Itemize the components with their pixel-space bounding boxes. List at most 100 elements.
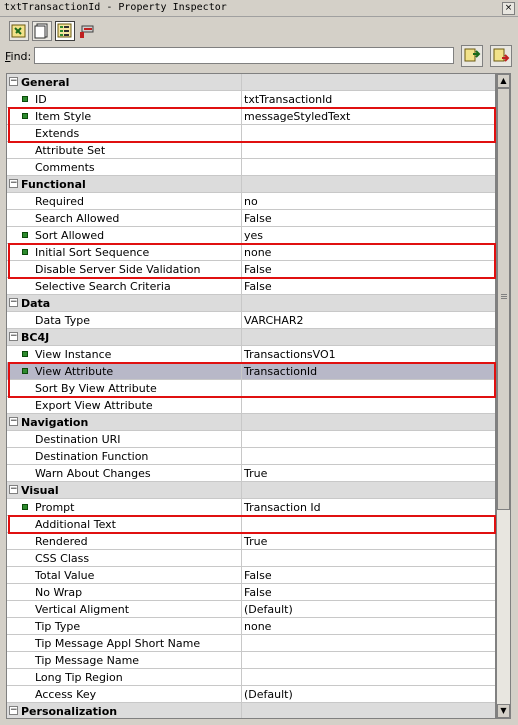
- property-value-cell[interactable]: txtTransactionId: [242, 91, 495, 108]
- category-cell[interactable]: − Navigation: [7, 414, 242, 431]
- property-row[interactable]: Sort By View Attribute: [7, 380, 495, 397]
- collapse-icon[interactable]: −: [9, 332, 18, 341]
- property-name-cell[interactable]: Tip Message Name: [7, 652, 242, 669]
- property-row[interactable]: Tip Message Name: [7, 652, 495, 669]
- property-value-cell[interactable]: False: [242, 278, 495, 295]
- category-row[interactable]: − Personalization: [7, 703, 495, 718]
- category-cell[interactable]: − BC4J: [7, 329, 242, 346]
- property-name-cell[interactable]: Prompt: [7, 499, 242, 516]
- property-name-cell[interactable]: Comments: [7, 159, 242, 176]
- property-name-cell[interactable]: Destination Function: [7, 448, 242, 465]
- property-value-cell[interactable]: False: [242, 210, 495, 227]
- property-row[interactable]: Tip Type none: [7, 618, 495, 635]
- property-value-cell[interactable]: [242, 635, 495, 652]
- property-value-cell[interactable]: none: [242, 244, 495, 261]
- property-row[interactable]: Required no: [7, 193, 495, 210]
- property-row[interactable]: Search Allowed False: [7, 210, 495, 227]
- category-cell[interactable]: − General: [7, 74, 242, 91]
- property-value-cell[interactable]: False: [242, 584, 495, 601]
- property-value-cell[interactable]: VARCHAR2: [242, 312, 495, 329]
- property-name-cell[interactable]: Long Tip Region: [7, 669, 242, 686]
- category-cell[interactable]: − Personalization: [7, 703, 242, 718]
- category-row[interactable]: − BC4J: [7, 329, 495, 346]
- property-row[interactable]: Total Value False: [7, 567, 495, 584]
- property-row[interactable]: Access Key (Default): [7, 686, 495, 703]
- property-value-cell[interactable]: [242, 652, 495, 669]
- category-row[interactable]: − Navigation: [7, 414, 495, 431]
- property-value-cell[interactable]: [242, 380, 495, 397]
- property-row[interactable]: Export View Attribute: [7, 397, 495, 414]
- property-row[interactable]: ID txtTransactionId: [7, 91, 495, 108]
- property-name-cell[interactable]: Selective Search Criteria: [7, 278, 242, 295]
- collapse-icon[interactable]: −: [9, 298, 18, 307]
- property-row[interactable]: Destination Function: [7, 448, 495, 465]
- property-value-cell[interactable]: False: [242, 261, 495, 278]
- category-cell[interactable]: − Data: [7, 295, 242, 312]
- property-name-cell[interactable]: Required: [7, 193, 242, 210]
- property-value-cell[interactable]: [242, 669, 495, 686]
- category-cell[interactable]: − Functional: [7, 176, 242, 193]
- property-value-cell[interactable]: [242, 516, 495, 533]
- scroll-up-icon[interactable]: ▲: [497, 74, 510, 88]
- property-value-cell[interactable]: True: [242, 465, 495, 482]
- collapse-icon[interactable]: −: [9, 706, 18, 715]
- property-row[interactable]: Long Tip Region: [7, 669, 495, 686]
- connect-button[interactable]: [9, 21, 29, 41]
- collapse-icon[interactable]: −: [9, 417, 18, 426]
- property-name-cell[interactable]: Additional Text: [7, 516, 242, 533]
- property-value-cell[interactable]: TransactionsVO1: [242, 346, 495, 363]
- property-row[interactable]: Disable Server Side Validation False: [7, 261, 495, 278]
- property-name-cell[interactable]: Item Style: [7, 108, 242, 125]
- property-row[interactable]: Sort Allowed yes: [7, 227, 495, 244]
- property-name-cell[interactable]: Initial Sort Sequence: [7, 244, 242, 261]
- property-row[interactable]: No Wrap False: [7, 584, 495, 601]
- property-value-cell[interactable]: Transaction Id: [242, 499, 495, 516]
- close-icon[interactable]: ×: [502, 2, 515, 15]
- property-row[interactable]: Rendered True: [7, 533, 495, 550]
- property-name-cell[interactable]: Access Key: [7, 686, 242, 703]
- property-name-cell[interactable]: Tip Message Appl Short Name: [7, 635, 242, 652]
- property-value-cell[interactable]: (Default): [242, 686, 495, 703]
- property-name-cell[interactable]: ID: [7, 91, 242, 108]
- property-row[interactable]: CSS Class: [7, 550, 495, 567]
- property-name-cell[interactable]: Total Value: [7, 567, 242, 584]
- property-name-cell[interactable]: Warn About Changes: [7, 465, 242, 482]
- property-value-cell[interactable]: [242, 142, 495, 159]
- property-name-cell[interactable]: Destination URI: [7, 431, 242, 448]
- property-row[interactable]: Item Style messageStyledText: [7, 108, 495, 125]
- property-value-cell[interactable]: [242, 448, 495, 465]
- collapse-icon[interactable]: −: [9, 485, 18, 494]
- property-row[interactable]: Prompt Transaction Id: [7, 499, 495, 516]
- property-value-cell[interactable]: [242, 397, 495, 414]
- collapse-icon[interactable]: −: [9, 77, 18, 86]
- category-row[interactable]: − Data: [7, 295, 495, 312]
- property-value-cell[interactable]: True: [242, 533, 495, 550]
- property-value-cell[interactable]: no: [242, 193, 495, 210]
- property-row[interactable]: Warn About Changes True: [7, 465, 495, 482]
- collapse-icon[interactable]: −: [9, 179, 18, 188]
- property-row[interactable]: Attribute Set: [7, 142, 495, 159]
- property-name-cell[interactable]: Sort Allowed: [7, 227, 242, 244]
- property-value-cell[interactable]: (Default): [242, 601, 495, 618]
- property-row[interactable]: View Instance TransactionsVO1: [7, 346, 495, 363]
- property-value-cell[interactable]: [242, 550, 495, 567]
- property-name-cell[interactable]: Disable Server Side Validation: [7, 261, 242, 278]
- property-value-cell[interactable]: [242, 431, 495, 448]
- scroll-down-icon[interactable]: ▼: [497, 704, 510, 718]
- property-value-cell[interactable]: TransactionId: [242, 363, 495, 380]
- property-row[interactable]: Data Type VARCHAR2: [7, 312, 495, 329]
- category-row[interactable]: − General: [7, 74, 495, 91]
- property-value-cell[interactable]: [242, 125, 495, 142]
- find-next-button[interactable]: [490, 45, 512, 67]
- property-name-cell[interactable]: CSS Class: [7, 550, 242, 567]
- property-name-cell[interactable]: Extends: [7, 125, 242, 142]
- vertical-scrollbar[interactable]: ▲ ▼: [496, 73, 511, 719]
- property-name-cell[interactable]: Vertical Aligment: [7, 601, 242, 618]
- property-name-cell[interactable]: No Wrap: [7, 584, 242, 601]
- find-input[interactable]: [34, 47, 454, 64]
- property-name-cell[interactable]: Sort By View Attribute: [7, 380, 242, 397]
- property-value-cell[interactable]: yes: [242, 227, 495, 244]
- property-value-cell[interactable]: [242, 159, 495, 176]
- property-row[interactable]: Selective Search Criteria False: [7, 278, 495, 295]
- property-row[interactable]: Vertical Aligment (Default): [7, 601, 495, 618]
